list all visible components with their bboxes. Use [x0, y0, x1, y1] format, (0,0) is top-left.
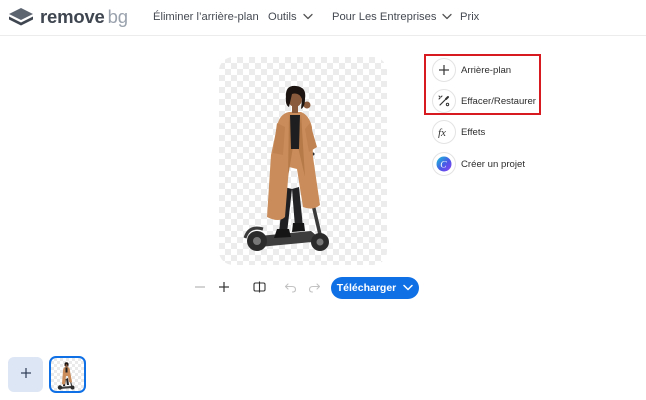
subject-cutout-image	[243, 85, 329, 251]
undo-button[interactable]	[281, 280, 299, 298]
tool-effects[interactable]: fx Effets	[432, 120, 485, 144]
tool-background[interactable]: Arrière-plan	[432, 58, 511, 82]
plus-icon	[432, 58, 456, 82]
undo-icon	[284, 280, 297, 298]
thumbnail-image	[57, 362, 75, 390]
add-image-button[interactable]	[8, 357, 43, 392]
logo-word-bg: bg	[107, 6, 128, 27]
zoom-out-button[interactable]	[191, 280, 209, 298]
nav-label: Outils	[268, 11, 297, 23]
fx-icon: fx	[432, 120, 456, 144]
chevron-down-icon	[302, 11, 313, 23]
compare-button[interactable]	[250, 280, 268, 298]
svg-text:fx: fx	[438, 127, 446, 138]
canva-icon: C	[432, 152, 456, 176]
logo-wordmark: remove bg	[40, 7, 128, 27]
download-button[interactable]: Télécharger	[331, 277, 419, 299]
tool-label: Arrière-plan	[461, 64, 512, 76]
tool-label: Effets	[461, 126, 486, 138]
nav-item-business[interactable]: Pour Les Entreprises	[332, 11, 453, 23]
brush-icon	[432, 89, 456, 113]
nav-label: Pour Les Entreprises	[332, 11, 437, 23]
image-canvas[interactable]	[219, 57, 387, 265]
redo-button[interactable]	[305, 280, 323, 298]
chevron-down-icon	[442, 11, 453, 23]
compare-icon	[252, 280, 266, 298]
logo-word-remove: remove	[40, 6, 105, 27]
image-thumbnail-selected[interactable]	[49, 356, 86, 393]
nav-item-pricing[interactable]: Prix	[460, 11, 479, 23]
top-navigation-bar: remove bg Éliminer l’arrière-plan Outils …	[0, 0, 646, 36]
redo-icon	[308, 280, 321, 298]
logo[interactable]: remove bg	[8, 7, 128, 27]
plus-icon	[20, 366, 32, 384]
download-label: Télécharger	[336, 282, 397, 294]
svg-text:C: C	[440, 160, 447, 170]
minus-icon	[194, 280, 206, 298]
nav-label: Prix	[460, 11, 480, 23]
nav-label: Éliminer l’arrière-plan	[153, 11, 259, 23]
nav-item-remove-background[interactable]: Éliminer l’arrière-plan	[153, 11, 259, 23]
tool-label: Créer un projet	[461, 158, 525, 170]
plus-icon	[218, 280, 230, 298]
tool-label: Effacer/Restaurer	[461, 95, 537, 107]
tool-erase-restore[interactable]: Effacer/Restaurer	[432, 89, 536, 113]
logo-icon	[9, 8, 33, 26]
nav-item-tools[interactable]: Outils	[268, 11, 313, 23]
tool-create-project[interactable]: C Créer un projet	[432, 152, 525, 176]
zoom-in-button[interactable]	[215, 280, 233, 298]
chevron-down-icon	[403, 282, 414, 294]
